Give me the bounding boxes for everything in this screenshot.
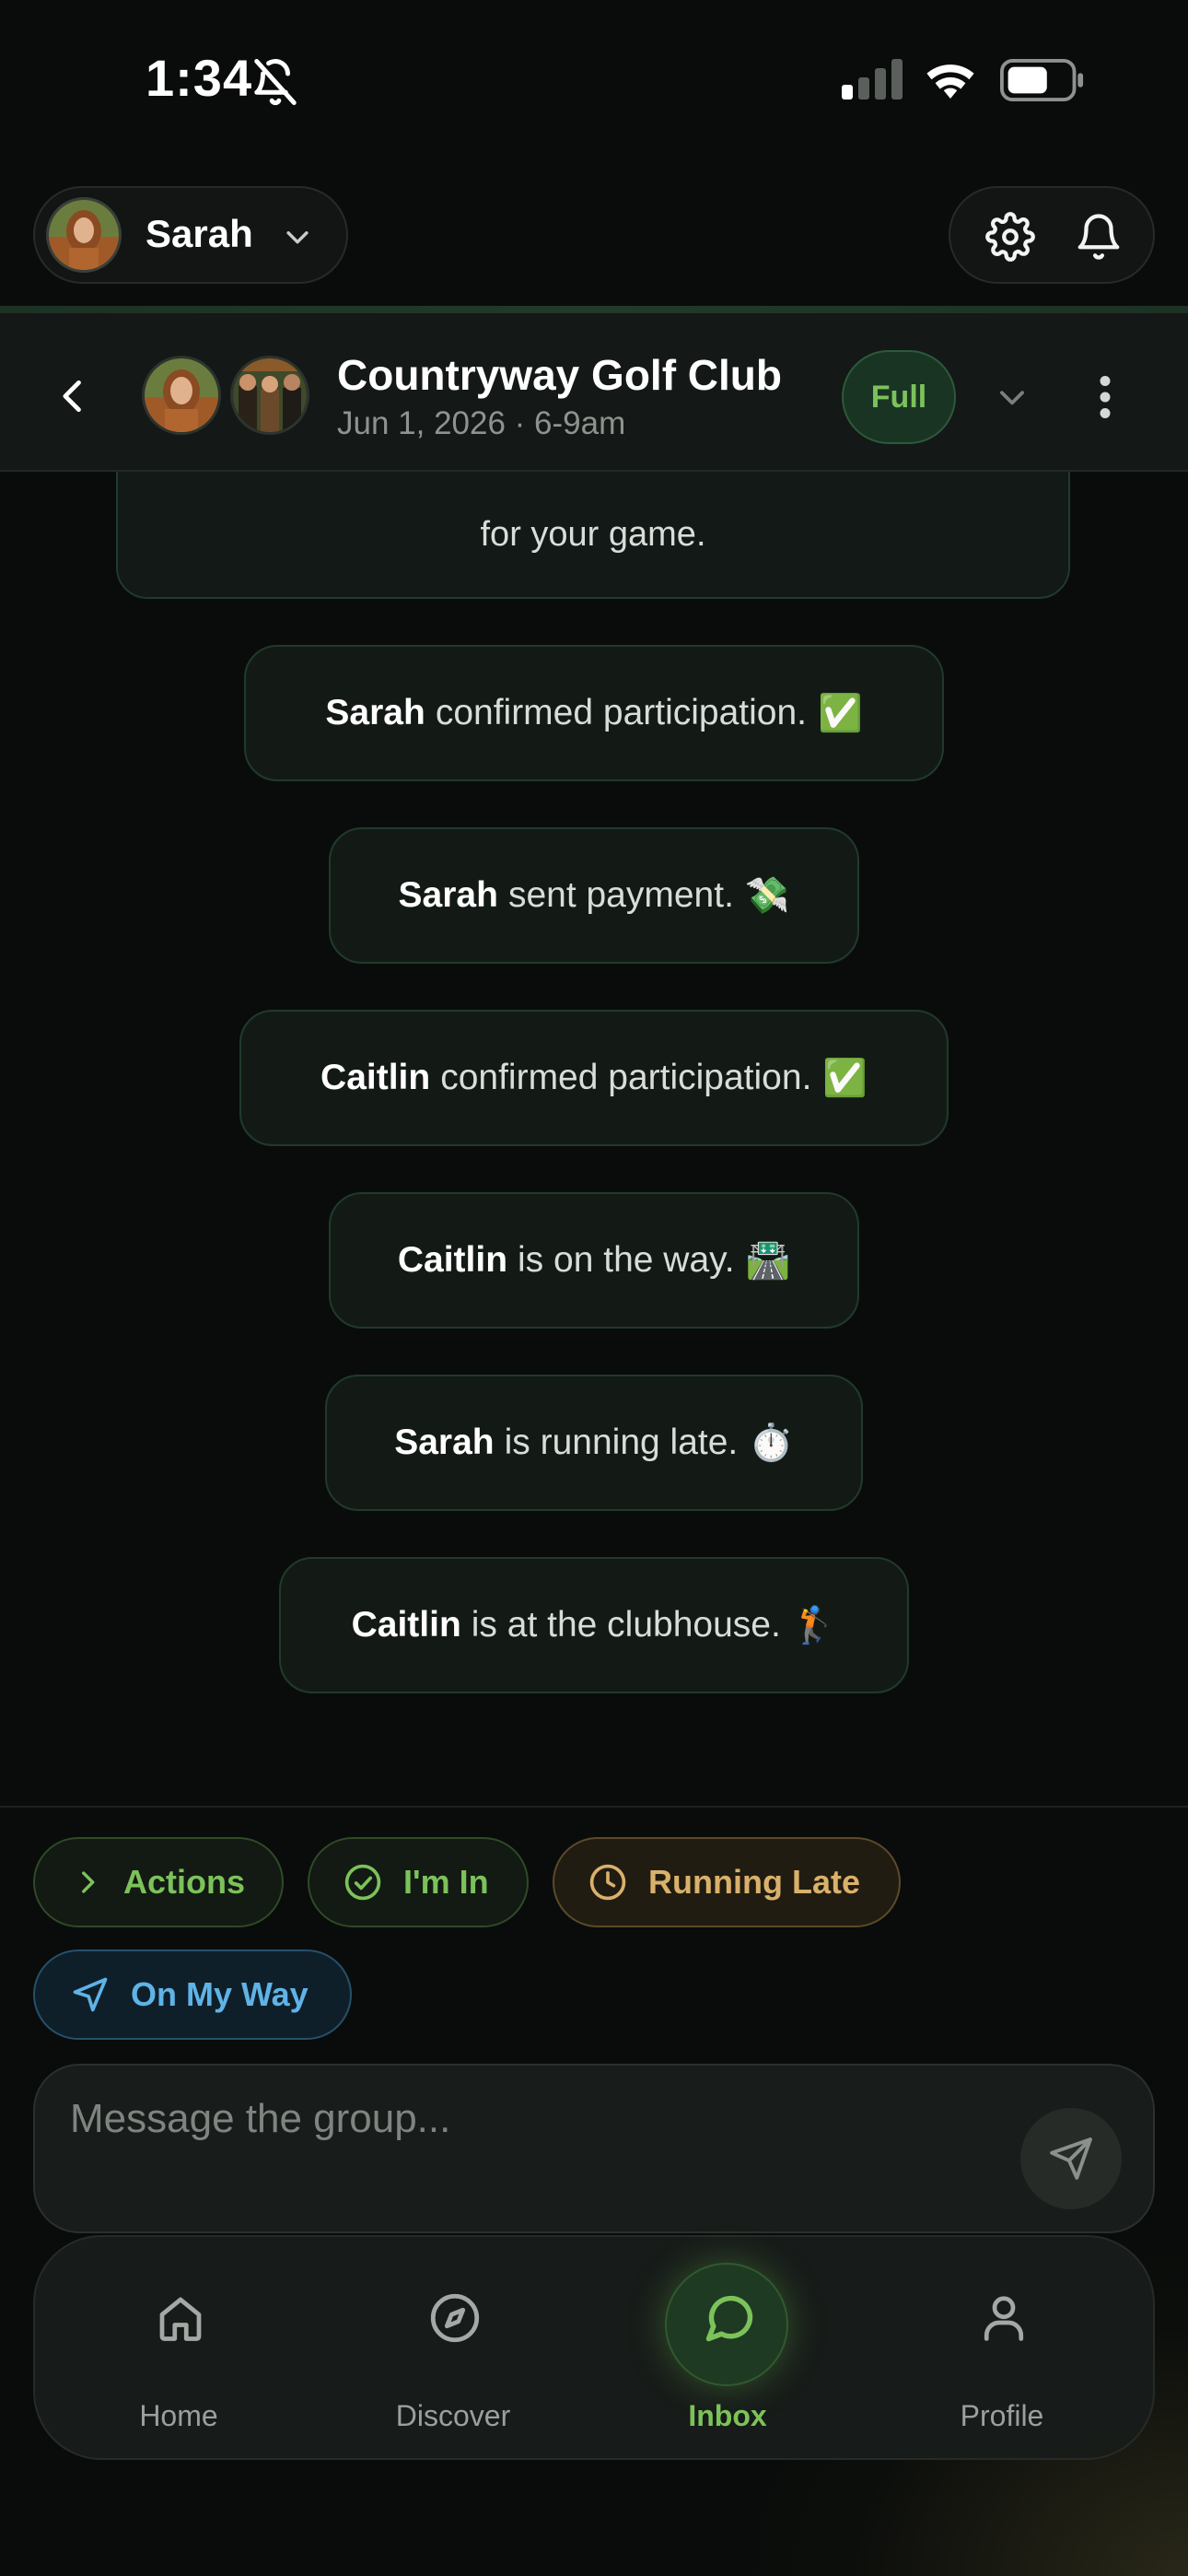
system-message: Caitlin is on the way. 🛣️	[329, 1192, 859, 1329]
chevron-down-icon	[286, 231, 309, 244]
chat-header: Countryway Golf Club Jun 1, 2026 · 6-9am…	[0, 313, 1188, 472]
check-emoji-icon: ✅	[818, 693, 863, 734]
bell-muted-icon	[254, 59, 297, 106]
status-time: 1:34	[146, 49, 253, 107]
status-badge: Full	[842, 350, 956, 444]
system-message: Sarah is running late. ⏱️	[325, 1375, 863, 1511]
user-avatar	[46, 197, 122, 273]
system-message: Caitlin is at the clubhouse. 🏌️	[279, 1557, 909, 1693]
system-message: Sarah sent payment. 💸	[329, 827, 859, 964]
header-divider	[0, 306, 1188, 313]
back-arrow-icon[interactable]	[53, 376, 94, 416]
message-author: Sarah	[394, 1423, 495, 1462]
im-in-label: I'm In	[403, 1863, 489, 1901]
message-author: Sarah	[325, 693, 425, 732]
actions-label: Actions	[123, 1863, 246, 1901]
home-icon	[159, 2297, 202, 2341]
gear-icon[interactable]	[985, 212, 1035, 262]
navigation-arrow-icon	[73, 1977, 108, 2012]
message-text: confirmed participation.	[440, 1058, 812, 1097]
im-in-button[interactable]: I'm In	[308, 1837, 529, 1927]
chat-date-time: Jun 1, 2026 · 6-9am	[337, 405, 626, 441]
message-list[interactable]: for your game. Sarah confirmed participa…	[0, 472, 1188, 1806]
message-composer	[33, 2064, 1155, 2233]
composer-divider	[0, 1806, 1188, 1808]
check-circle-icon	[344, 1864, 381, 1901]
on-my-way-label: On My Way	[131, 1975, 309, 2013]
money-emoji-icon: 💸	[744, 875, 790, 917]
nav-inbox-label: Inbox	[688, 2399, 767, 2432]
on-my-way-button[interactable]: On My Way	[33, 1950, 352, 2040]
message-text: sent payment.	[507, 875, 734, 915]
chevron-down-icon[interactable]	[995, 380, 1030, 415]
participant-avatar	[230, 356, 309, 435]
nav-home-label: Home	[139, 2399, 218, 2432]
compass-icon	[430, 2293, 480, 2343]
nav-profile[interactable]: Profile	[891, 2237, 1112, 2458]
message-author: Caitlin	[320, 1058, 431, 1097]
nav-discover-label: Discover	[395, 2399, 511, 2432]
nav-discover[interactable]: Discover	[343, 2237, 564, 2458]
stopwatch-emoji-icon: ⏱️	[749, 1423, 794, 1464]
nav-home[interactable]: Home	[68, 2237, 289, 2458]
message-input[interactable]	[68, 2084, 993, 2154]
info-card: for your game.	[116, 472, 1070, 599]
system-message: Sarah confirmed participation. ✅	[244, 645, 944, 781]
nav-profile-label: Profile	[960, 2399, 1044, 2432]
participant-avatar	[142, 356, 221, 435]
message-text: is on the way.	[518, 1240, 735, 1280]
running-late-button[interactable]: Running Late	[553, 1837, 901, 1927]
clock-icon	[589, 1864, 626, 1901]
chat-title: Countryway Golf Club	[337, 351, 782, 399]
message-text: confirmed participation.	[435, 693, 808, 732]
chat-bubble-icon	[705, 2295, 753, 2342]
check-emoji-icon: ✅	[822, 1058, 868, 1099]
nav-inbox[interactable]: Inbox	[617, 2237, 838, 2458]
bottom-nav: Home Discover Inbox Profile	[33, 2235, 1155, 2460]
top-actions	[949, 186, 1155, 284]
actions-button[interactable]: Actions	[33, 1837, 284, 1927]
message-author: Caitlin	[397, 1240, 508, 1280]
chevron-right-icon	[82, 1871, 95, 1893]
user-switcher[interactable]: Sarah	[33, 186, 348, 284]
send-button[interactable]	[1020, 2108, 1122, 2209]
battery-icon	[1000, 59, 1084, 101]
running-late-label: Running Late	[648, 1863, 860, 1901]
golfer-emoji-icon: 🏌️	[791, 1605, 837, 1646]
user-icon	[984, 2296, 1024, 2341]
send-icon	[1050, 2137, 1092, 2180]
road-emoji-icon: 🛣️	[745, 1240, 791, 1282]
message-text: is running late.	[504, 1423, 739, 1462]
wifi-icon	[926, 64, 974, 99]
info-card-text: for your game.	[480, 515, 706, 554]
bell-icon[interactable]	[1074, 212, 1124, 262]
message-text: is at the clubhouse.	[471, 1605, 781, 1645]
more-vertical-icon[interactable]	[1087, 374, 1124, 420]
message-author: Sarah	[398, 875, 498, 915]
message-author: Caitlin	[351, 1605, 461, 1645]
user-name: Sarah	[146, 212, 253, 255]
cellular-signal-icon	[842, 59, 903, 100]
system-message: Caitlin confirmed participation. ✅	[239, 1010, 949, 1146]
